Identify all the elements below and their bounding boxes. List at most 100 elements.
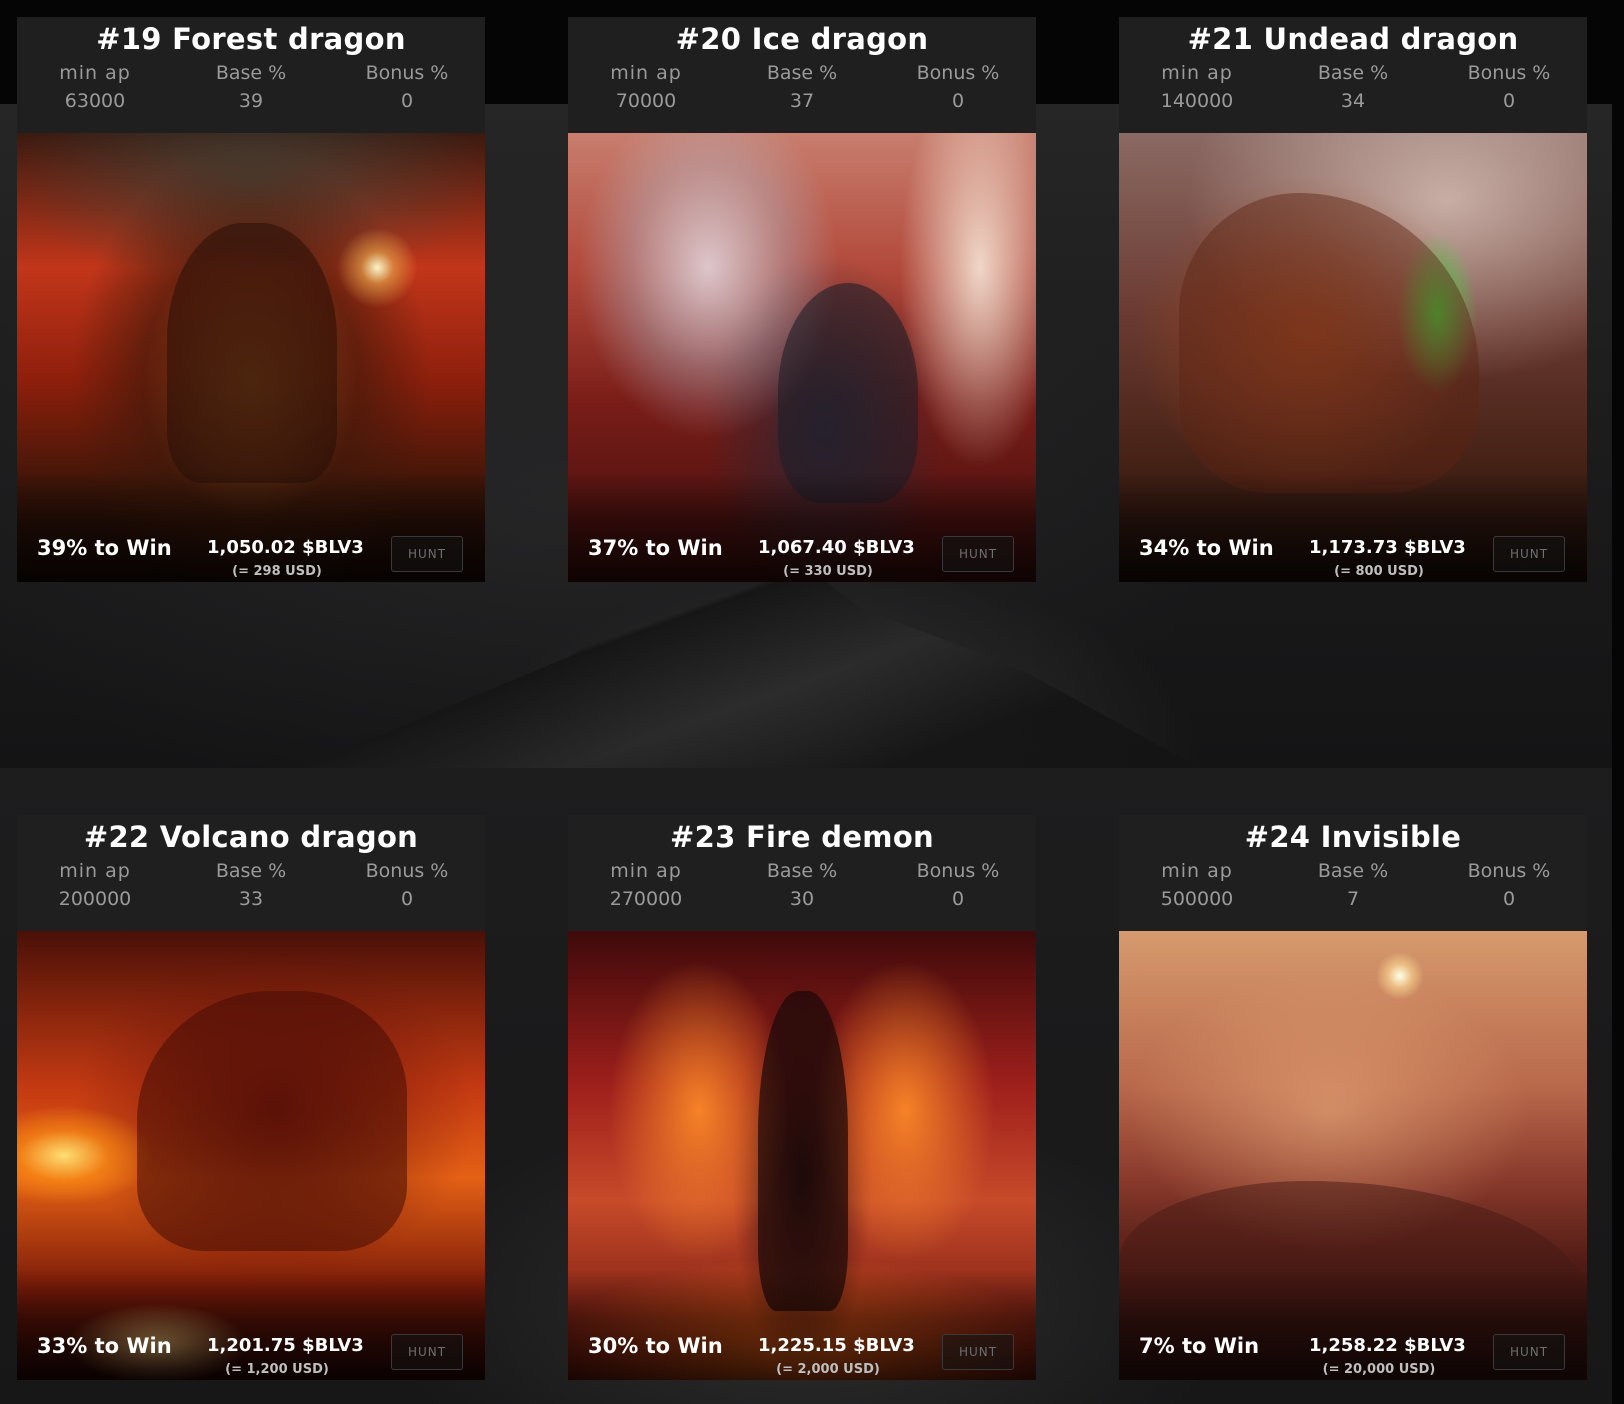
hunt-page: #19 Forest dragon min AP Base % Bonus % … (0, 0, 1624, 1404)
card-title: #19 Forest dragon (96, 22, 406, 56)
stat-labels-row: min AP Base % Bonus % (568, 59, 1036, 87)
card-image-area: 7% to Win 1,258.22 $BLV3 (= 20,000 USD) … (1119, 931, 1587, 1380)
card-title: #22 Volcano dragon (83, 820, 419, 854)
base-percent-label: Base % (1317, 860, 1389, 882)
card-title: #20 Ice dragon (675, 22, 929, 56)
stat-values-row: 200000 33 0 (17, 885, 485, 913)
dragon-silhouette (167, 223, 337, 483)
monster-card: #22 Volcano dragon min AP Base % Bonus %… (17, 815, 485, 1380)
min-ap-label: min AP (610, 62, 682, 84)
bonus-percent-value: 0 (1502, 90, 1516, 112)
demon-silhouette (758, 991, 848, 1311)
reward-price: 1,173.73 $BLV3 (1309, 537, 1466, 558)
base-percent-label: Base % (215, 62, 287, 84)
reward-usd: (= 2,000 USD) (776, 1362, 880, 1377)
reward-usd: (= 20,000 USD) (1322, 1362, 1436, 1377)
stat-labels-row: min AP Base % Bonus % (568, 857, 1036, 885)
base-percent-value: 30 (789, 888, 815, 910)
base-percent-value: 7 (1346, 888, 1360, 910)
reward-price: 1,201.75 $BLV3 (207, 1335, 364, 1356)
stat-labels-row: min AP Base % Bonus % (17, 857, 485, 885)
min-ap-value: 140000 (1160, 90, 1234, 112)
bonus-percent-label: Bonus % (365, 860, 449, 882)
reward-usd: (= 330 USD) (783, 564, 873, 579)
monster-card: #19 Forest dragon min AP Base % Bonus % … (17, 17, 485, 582)
min-ap-label: min AP (59, 62, 131, 84)
bonus-percent-label: Bonus % (916, 62, 1000, 84)
card-header: #24 Invisible min AP Base % Bonus % 5000… (1119, 815, 1587, 931)
card-title: #21 Undead dragon (1187, 22, 1519, 56)
card-image-area: 37% to Win 1,067.40 $BLV3 (= 330 USD) HU… (568, 133, 1036, 582)
monster-card: #24 Invisible min AP Base % Bonus % 5000… (1119, 815, 1587, 1380)
card-header: #23 Fire demon min AP Base % Bonus % 270… (568, 815, 1036, 931)
reward-usd: (= 1,200 USD) (225, 1362, 329, 1377)
win-chance: 33% to Win (37, 1334, 172, 1358)
base-percent-value: 39 (238, 90, 264, 112)
card-header: #19 Forest dragon min AP Base % Bonus % … (17, 17, 485, 133)
base-percent-label: Base % (766, 62, 838, 84)
reward-usd: (= 800 USD) (1334, 564, 1424, 579)
bonus-percent-label: Bonus % (1467, 62, 1551, 84)
dragon-silhouette (778, 283, 918, 503)
win-chance: 37% to Win (588, 536, 723, 560)
min-ap-value: 270000 (609, 888, 683, 910)
min-ap-label: min AP (610, 860, 682, 882)
hunt-button[interactable]: HUNT (391, 536, 463, 572)
stat-labels-row: min AP Base % Bonus % (1119, 59, 1587, 87)
monster-card: #23 Fire demon min AP Base % Bonus % 270… (568, 815, 1036, 1380)
reward-price: 1,225.15 $BLV3 (758, 1335, 915, 1356)
min-ap-value: 70000 (615, 90, 677, 112)
bonus-percent-value: 0 (951, 888, 965, 910)
base-percent-value: 37 (789, 90, 815, 112)
min-ap-value: 63000 (64, 90, 126, 112)
bonus-percent-value: 0 (400, 888, 414, 910)
dragon-silhouette (137, 991, 407, 1251)
stat-values-row: 500000 7 0 (1119, 885, 1587, 913)
card-image-area: 30% to Win 1,225.15 $BLV3 (= 2,000 USD) … (568, 931, 1036, 1380)
stat-values-row: 140000 34 0 (1119, 87, 1587, 115)
base-percent-value: 34 (1340, 90, 1366, 112)
min-ap-label: min AP (1161, 860, 1233, 882)
hunt-button[interactable]: HUNT (942, 1334, 1014, 1370)
card-header: #21 Undead dragon min AP Base % Bonus % … (1119, 17, 1587, 133)
card-header: #22 Volcano dragon min AP Base % Bonus %… (17, 815, 485, 931)
card-header: #20 Ice dragon min AP Base % Bonus % 700… (568, 17, 1036, 133)
stat-values-row: 70000 37 0 (568, 87, 1036, 115)
min-ap-label: min AP (1161, 62, 1233, 84)
win-chance: 30% to Win (588, 1334, 723, 1358)
card-title: #23 Fire demon (670, 820, 934, 854)
base-percent-value: 33 (238, 888, 264, 910)
min-ap-label: min AP (59, 860, 131, 882)
bonus-percent-value: 0 (1502, 888, 1516, 910)
bonus-percent-label: Bonus % (1467, 860, 1551, 882)
card-image-area: 34% to Win 1,173.73 $BLV3 (= 800 USD) HU… (1119, 133, 1587, 582)
win-chance: 39% to Win (37, 536, 172, 560)
base-percent-label: Base % (215, 860, 287, 882)
card-image-area: 33% to Win 1,201.75 $BLV3 (= 1,200 USD) … (17, 931, 485, 1380)
reward-price: 1,067.40 $BLV3 (758, 537, 915, 558)
stat-values-row: 63000 39 0 (17, 87, 485, 115)
reward-usd: (= 298 USD) (232, 564, 322, 579)
base-percent-label: Base % (1317, 62, 1389, 84)
win-chance: 34% to Win (1139, 536, 1274, 560)
stat-labels-row: min AP Base % Bonus % (17, 59, 485, 87)
card-image-area: 39% to Win 1,050.02 $BLV3 (= 298 USD) HU… (17, 133, 485, 582)
stat-labels-row: min AP Base % Bonus % (1119, 857, 1587, 885)
bonus-percent-label: Bonus % (916, 860, 1000, 882)
win-chance: 7% to Win (1139, 1334, 1260, 1358)
bonus-percent-value: 0 (951, 90, 965, 112)
hunt-button[interactable]: HUNT (1493, 1334, 1565, 1370)
reward-price: 1,258.22 $BLV3 (1309, 1335, 1466, 1356)
min-ap-value: 200000 (58, 888, 132, 910)
bonus-percent-label: Bonus % (365, 62, 449, 84)
bonus-percent-value: 0 (400, 90, 414, 112)
hunt-button[interactable]: HUNT (942, 536, 1014, 572)
reward-price: 1,050.02 $BLV3 (207, 537, 364, 558)
base-percent-label: Base % (766, 860, 838, 882)
monster-card: #21 Undead dragon min AP Base % Bonus % … (1119, 17, 1587, 582)
scrollbar-track[interactable] (1612, 0, 1624, 1404)
hunt-button[interactable]: HUNT (391, 1334, 463, 1370)
card-title: #24 Invisible (1244, 820, 1462, 854)
stat-values-row: 270000 30 0 (568, 885, 1036, 913)
hunt-button[interactable]: HUNT (1493, 536, 1565, 572)
